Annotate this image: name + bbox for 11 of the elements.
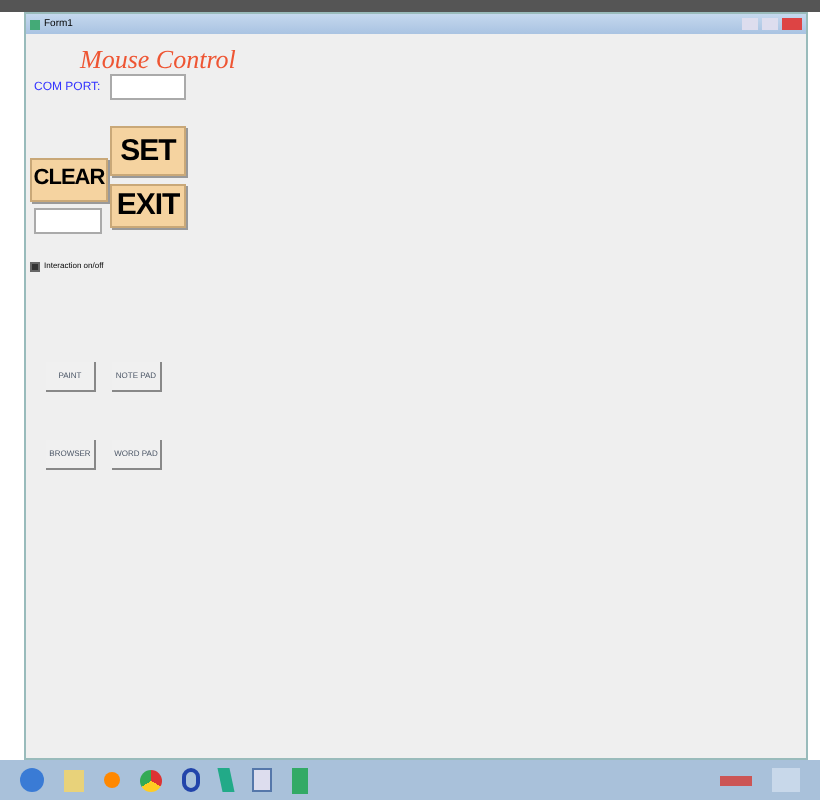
app-heading: Mouse Control (80, 42, 236, 78)
media-icon[interactable] (104, 772, 120, 788)
com-port-field[interactable] (110, 74, 186, 100)
command-button[interactable]: SET (110, 126, 186, 176)
start-icon[interactable] (20, 768, 44, 792)
text-field[interactable] (34, 208, 102, 234)
command-button[interactable]: EXIT (110, 183, 186, 227)
browser-icon[interactable] (140, 769, 162, 791)
document-icon[interactable] (252, 768, 272, 792)
command-button[interactable]: CLEAR (30, 157, 108, 201)
checkbox[interactable] (30, 261, 40, 271)
